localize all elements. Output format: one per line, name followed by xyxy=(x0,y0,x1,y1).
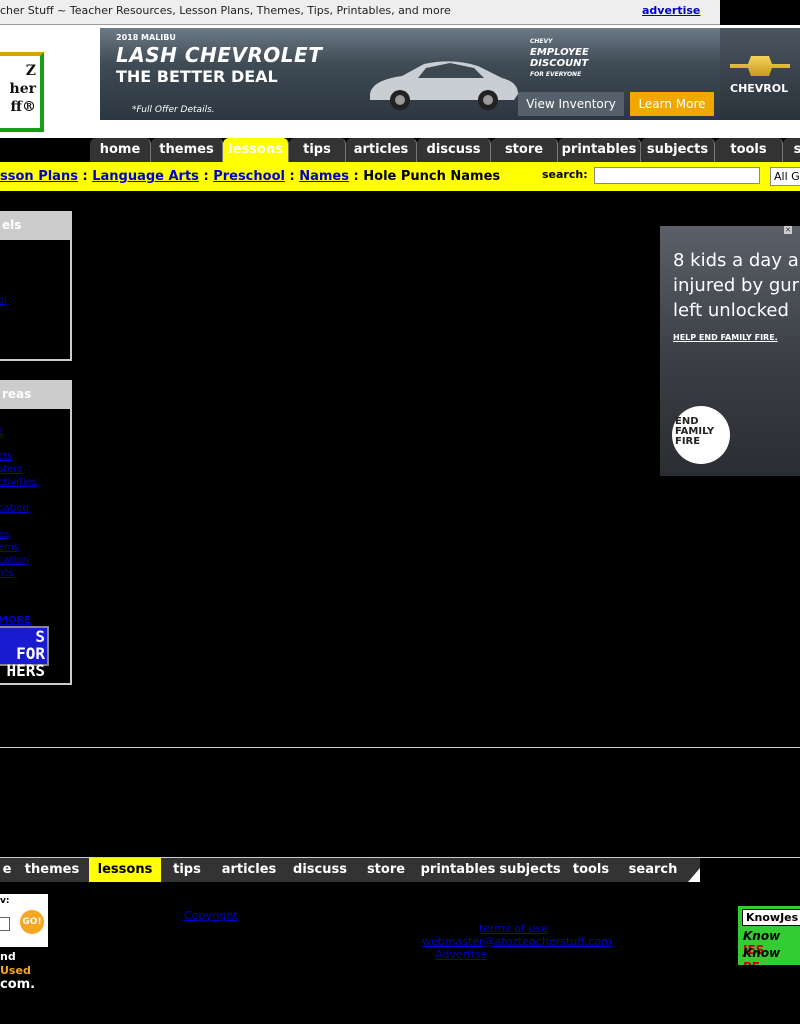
main-nav: home themes lessons tips articles discus… xyxy=(90,138,800,162)
knowjesus-title: KnowJes xyxy=(742,909,800,926)
banner-ad[interactable]: 2018 MALIBU LASH CHEVROLET THE BETTER DE… xyxy=(100,28,720,120)
webmaster-email-link[interactable]: webmaster@atozteacherstuff.com xyxy=(422,935,612,948)
tab-tools[interactable]: tools xyxy=(715,138,783,162)
go-button[interactable]: GO! xyxy=(20,910,44,934)
grade-levels-box: els ol xyxy=(0,211,72,361)
ad-headline: 8 kids a day a injured by gur left unloc… xyxy=(673,250,800,321)
bookstore-search-input[interactable] xyxy=(0,917,10,931)
search-label: search: xyxy=(542,168,588,181)
tab-subjects[interactable]: subjects xyxy=(641,138,715,162)
car-image xyxy=(370,61,518,110)
subject-link[interactable]: es xyxy=(0,529,9,540)
bottom-tab-themes[interactable]: themes xyxy=(18,858,86,882)
ad-dealer: LASH CHEVROLET xyxy=(116,43,323,67)
site-title: cher Stuff ~ Teacher Resources, Lesson P… xyxy=(0,4,451,17)
knowjesus-line-2: Know PE xyxy=(743,946,781,965)
tab-search[interactable]: s xyxy=(783,138,800,162)
subject-link[interactable]: cts xyxy=(0,451,13,462)
tab-themes[interactable]: themes xyxy=(151,138,223,162)
end-family-fire-logo: END FAMILY FIRE xyxy=(672,406,730,464)
copyright-link[interactable]: Copyright xyxy=(184,909,238,922)
bottom-tab-search[interactable]: search xyxy=(620,858,686,882)
subject-link[interactable]: cation xyxy=(0,503,29,514)
subject-link[interactable]: ems xyxy=(0,542,19,553)
subject-areas-title: reas xyxy=(0,382,70,409)
more-subjects-link[interactable]: MORE xyxy=(0,615,31,626)
bottom-tab-home[interactable]: e xyxy=(0,858,14,882)
bottom-tab-store[interactable]: store xyxy=(355,858,417,882)
ad-help-link[interactable]: HELP END FAMILY FIRE. xyxy=(673,333,778,342)
breadcrumb: sson Plans : Language Arts : Preschool :… xyxy=(0,169,501,184)
nav-corner-decoration xyxy=(688,868,700,882)
bottom-tab-printables[interactable]: printables xyxy=(420,858,496,882)
family-fire-ad[interactable]: ✕ 8 kids a day a injured by gur left unl… xyxy=(660,226,800,476)
breadcrumb-preschool[interactable]: Preschool xyxy=(213,169,285,184)
search-scope-select[interactable]: All G xyxy=(770,167,800,186)
employee-discount-promo: CHEVY EMPLOYEE DISCOUNT FOR EVERYONE xyxy=(530,38,589,78)
learn-more-button[interactable]: Learn More xyxy=(630,92,714,116)
chevrolet-brand: CHEVROL xyxy=(730,82,789,95)
advertise-link[interactable]: advertise xyxy=(642,4,700,17)
bottom-tab-tips[interactable]: tips xyxy=(164,858,210,882)
view-inventory-button[interactable]: View Inventory xyxy=(518,92,624,116)
subject-link[interactable]: nts xyxy=(0,568,13,579)
divider xyxy=(0,747,800,748)
tab-tips[interactable]: tips xyxy=(289,138,346,162)
subject-link[interactable]: sters xyxy=(0,464,23,475)
breadcrumb-names[interactable]: Names xyxy=(299,169,349,184)
search-input[interactable] xyxy=(594,167,760,184)
terms-of-use-link[interactable]: terms of use xyxy=(479,922,548,935)
subject-link[interactable]: ctivities xyxy=(0,477,37,488)
bottom-nav: e themes lessons tips articles discuss s… xyxy=(0,858,700,882)
tab-home[interactable]: home xyxy=(90,138,151,162)
tab-printables[interactable]: printables xyxy=(558,138,641,162)
site-logo[interactable]: Z her ff® xyxy=(0,52,44,132)
bookstore-logo[interactable]: nd Used com. xyxy=(0,950,48,992)
divider xyxy=(0,857,800,858)
bottom-tab-tools[interactable]: tools xyxy=(565,858,617,882)
top-bar: cher Stuff ~ Teacher Resources, Lesson P… xyxy=(0,0,720,25)
bookstore-search-label: v: xyxy=(0,896,10,906)
breadcrumb-language-arts[interactable]: Language Arts xyxy=(92,169,199,184)
tab-discuss[interactable]: discuss xyxy=(417,138,491,162)
subject-link[interactable]: s xyxy=(0,426,3,437)
subject-link[interactable]: cation xyxy=(0,555,29,566)
grade-level-link[interactable]: ol xyxy=(0,295,7,306)
bottom-tab-discuss[interactable]: discuss xyxy=(288,858,352,882)
bottom-tab-lessons[interactable]: lessons xyxy=(89,858,161,882)
ad-choices-icon[interactable]: ✕ xyxy=(784,226,792,234)
ad-tagline: THE BETTER DEAL xyxy=(116,67,278,86)
tab-articles[interactable]: articles xyxy=(346,138,417,162)
ad-fine-print[interactable]: *Full Offer Details. xyxy=(132,105,215,115)
chevrolet-ad-panel[interactable]: CHEVROL xyxy=(720,28,800,120)
breadcrumb-lesson-plans[interactable]: sson Plans xyxy=(0,169,78,184)
chevrolet-bowtie-icon xyxy=(730,56,790,76)
tab-lessons[interactable]: lessons xyxy=(223,138,289,162)
bottom-tab-articles[interactable]: articles xyxy=(213,858,285,882)
knowjesus-ad[interactable]: KnowJes Know JES Know PE xyxy=(738,906,800,965)
bottom-tab-subjects[interactable]: subjects xyxy=(498,858,562,882)
breadcrumb-bar: sson Plans : Language Arts : Preschool :… xyxy=(0,162,800,191)
bookstore-search-widget: v: GO! xyxy=(0,894,48,947)
footer-advertise-link[interactable]: Advertise xyxy=(435,948,487,961)
teachers-promo-button[interactable]: S FOR HERS xyxy=(0,626,49,679)
grade-levels-title: els xyxy=(0,213,70,240)
tab-store[interactable]: store xyxy=(491,138,558,162)
breadcrumb-current: Hole Punch Names xyxy=(363,169,501,184)
ad-model: 2018 MALIBU xyxy=(116,33,176,42)
